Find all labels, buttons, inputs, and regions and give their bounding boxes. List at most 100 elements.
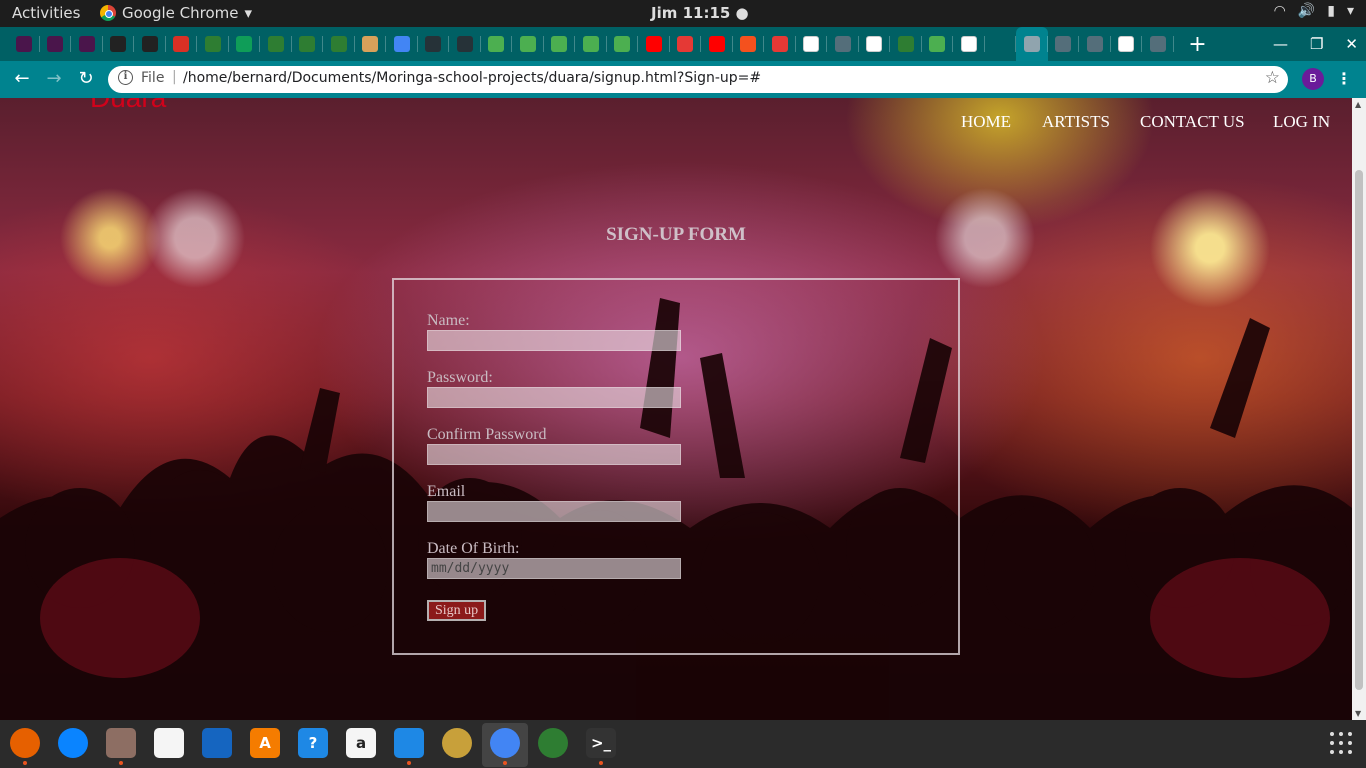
browser-tab[interactable]: [1016, 27, 1048, 61]
browser-tab[interactable]: [1111, 27, 1143, 61]
minimize-icon[interactable]: —: [1273, 35, 1288, 53]
address-bar[interactable]: i File | /home/bernard/Documents/Moringa…: [108, 66, 1288, 93]
firefox-icon[interactable]: [10, 728, 40, 765]
volume-icon: 🔊: [1297, 3, 1316, 19]
app-menu[interactable]: Google Chrome ▾: [100, 4, 252, 22]
slack-icon: [78, 36, 95, 52]
site-logo[interactable]: Duara: [90, 98, 166, 114]
chrome-menu-icon[interactable]: ⋮: [1336, 68, 1352, 90]
url-text[interactable]: /home/bernard/Documents/Moringa-school-p…: [183, 70, 761, 86]
browser-tab[interactable]: [670, 27, 702, 61]
amazon-icon[interactable]: a: [346, 728, 376, 758]
libreoffice-writer-icon[interactable]: [202, 728, 232, 758]
dock: A? a >_: [0, 720, 1366, 768]
browser-tab[interactable]: [449, 27, 481, 61]
chrome-icon[interactable]: [490, 728, 520, 765]
help-icon[interactable]: ?: [298, 728, 328, 758]
browser-tab[interactable]: [922, 27, 954, 61]
browser-tab[interactable]: [701, 27, 733, 61]
browser-tab[interactable]: [1079, 27, 1111, 61]
wifi-icon: ◠: [1273, 3, 1286, 19]
browser-tab[interactable]: [418, 27, 450, 61]
browser-tab[interactable]: [733, 27, 765, 61]
browser-tab[interactable]: [386, 27, 418, 61]
back-button[interactable]: ←: [10, 67, 34, 91]
browser-tab[interactable]: [1142, 27, 1174, 61]
reload-button[interactable]: ↻: [74, 67, 98, 91]
password-label: Password:: [427, 369, 493, 386]
nav-link-log-in[interactable]: LOG IN: [1273, 112, 1330, 132]
power-menu-icon: ▾: [1346, 3, 1354, 19]
browser-tab[interactable]: [355, 27, 387, 61]
name-label: Name:: [427, 312, 470, 329]
browser-tab[interactable]: [638, 27, 670, 61]
files-icon[interactable]: [106, 728, 136, 765]
nav-link-artists[interactable]: ARTISTS: [1042, 112, 1110, 132]
restore-icon[interactable]: ❐: [1310, 35, 1323, 53]
browser-tab[interactable]: [827, 27, 859, 61]
system-tray[interactable]: ◠ 🔊 ▮ ▾: [1274, 3, 1354, 19]
scrollbar-thumb[interactable]: [1355, 170, 1363, 690]
profile-avatar[interactable]: B: [1302, 68, 1324, 90]
vscode-icon[interactable]: [394, 728, 424, 765]
browser-tab[interactable]: [71, 27, 103, 61]
software-center-icon[interactable]: A: [250, 728, 280, 758]
clock[interactable]: Jim 11:15 ●: [651, 4, 749, 22]
browser-tab[interactable]: [166, 27, 198, 61]
nav-link-contact-us[interactable]: CONTACT US: [1140, 112, 1245, 132]
github-icon: [110, 36, 127, 52]
browser-tab[interactable]: [8, 27, 40, 61]
scroll-up-arrow-icon[interactable]: ▲: [1355, 100, 1361, 109]
email-input[interactable]: [427, 501, 681, 522]
show-applications-icon[interactable]: [1330, 732, 1354, 756]
rhythmbox-icon[interactable]: [154, 728, 184, 758]
browser-tab[interactable]: [544, 27, 576, 61]
name-input[interactable]: [427, 330, 681, 351]
browser-tab[interactable]: [764, 27, 796, 61]
browser-tab[interactable]: [260, 27, 292, 61]
activities-button[interactable]: Activities: [12, 4, 80, 22]
browser-tab[interactable]: [40, 27, 72, 61]
speaker-app-icon[interactable]: [442, 728, 472, 758]
browser-tab[interactable]: [197, 27, 229, 61]
palm-icon: [330, 36, 347, 52]
page-viewport: Duara HOME ARTISTS CONTACT US LOG IN SIG…: [0, 98, 1352, 720]
terminal-icon[interactable]: >_: [586, 728, 616, 765]
page-scrollbar[interactable]: ▲ ▼: [1352, 98, 1366, 720]
browser-tab[interactable]: [323, 27, 355, 61]
youtube-icon: [708, 36, 725, 52]
browser-tab[interactable]: [890, 27, 922, 61]
bookmark-star-icon[interactable]: ☆: [1265, 68, 1280, 88]
close-icon[interactable]: ✕: [1345, 35, 1358, 53]
date-of-birth-input[interactable]: mm/dd/yyyy: [427, 558, 681, 579]
doc-red-icon: [803, 36, 820, 52]
palm-icon: [299, 36, 316, 52]
new-tab-button[interactable]: +: [1178, 32, 1218, 57]
confirm-password-input[interactable]: [427, 444, 681, 465]
thunderbird-icon[interactable]: [58, 728, 88, 758]
browser-tab[interactable]: [607, 27, 639, 61]
forward-button[interactable]: →: [42, 67, 66, 91]
browser-tab[interactable]: [229, 27, 261, 61]
browser-tab[interactable]: [481, 27, 513, 61]
scroll-down-arrow-icon[interactable]: ▼: [1355, 709, 1361, 718]
tab-strip: + — ❐ ✕: [0, 27, 1366, 61]
browser-tab[interactable]: [575, 27, 607, 61]
nav-link-home[interactable]: HOME: [961, 112, 1011, 132]
browser-tab[interactable]: [1048, 27, 1080, 61]
sign-up-button[interactable]: Sign up: [427, 600, 487, 621]
browser-tab[interactable]: [859, 27, 891, 61]
info-icon[interactable]: i: [118, 70, 133, 85]
browser-tab[interactable]: [985, 27, 1017, 61]
url-scheme: File: [141, 70, 165, 86]
browser-tab[interactable]: [134, 27, 166, 61]
password-input[interactable]: [427, 387, 681, 408]
browser-tab[interactable]: [796, 27, 828, 61]
url-separator: |: [172, 69, 177, 85]
browser-tab[interactable]: [103, 27, 135, 61]
browser-tab[interactable]: [953, 27, 985, 61]
browser-tab[interactable]: [292, 27, 324, 61]
atom-icon[interactable]: [538, 728, 568, 758]
date-of-birth-label: Date Of Birth:: [427, 540, 520, 557]
browser-tab[interactable]: [512, 27, 544, 61]
